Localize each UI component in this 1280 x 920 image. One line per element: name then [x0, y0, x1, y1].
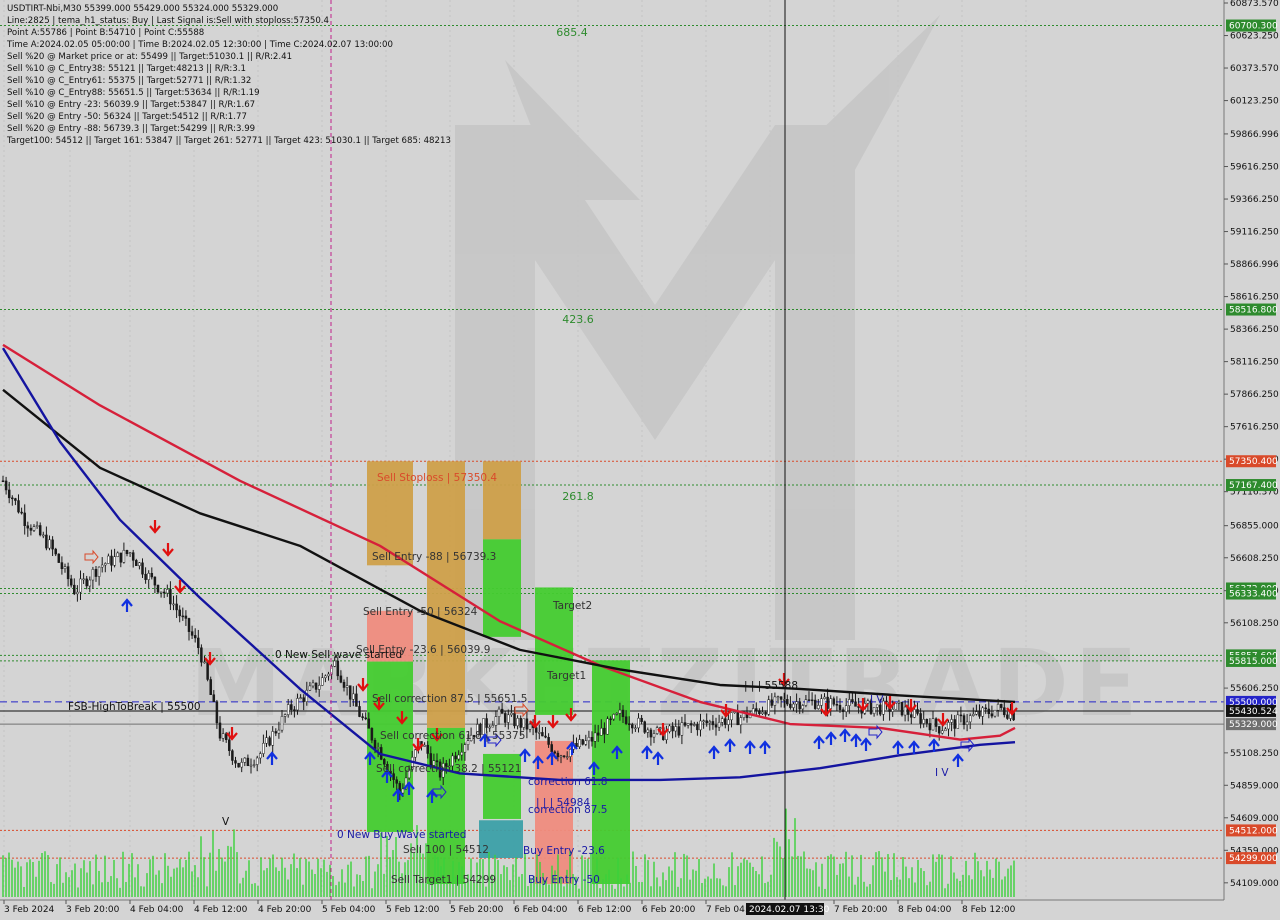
time-axis-background — [0, 900, 1280, 920]
y-tick-label: 57616.250 — [1230, 423, 1279, 433]
x-tick-label: 6 Feb 04:00 — [514, 905, 568, 915]
level-badge-label: 57350.400 — [1229, 457, 1278, 467]
chart-annotation: 0 New Sell wave started — [275, 649, 402, 661]
candle — [209, 676, 212, 695]
crosshair-time-label: 2024.02.07 13:30 — [749, 905, 830, 915]
trade-zone — [427, 610, 465, 728]
level-badge-label: 57167.400 — [1229, 481, 1278, 491]
y-tick-label: 59866.996 — [1230, 130, 1279, 140]
y-tick-label: 59366.250 — [1230, 195, 1279, 205]
chart-annotation: Target2 — [552, 600, 592, 612]
crosshair-time-badge: 2024.02.07 13:30 — [746, 903, 830, 915]
level-badge-label: 55329.000 — [1229, 720, 1278, 730]
level-badge-label: 55815.000 — [1229, 657, 1278, 667]
level-badge-label: 54512.000 — [1229, 826, 1278, 836]
level-badge: 58516.800 — [1226, 303, 1278, 316]
level-badge-label: 58516.800 — [1229, 306, 1278, 316]
x-tick-label: 8 Feb 04:00 — [898, 905, 952, 915]
y-tick-label: 59116.250 — [1230, 228, 1279, 238]
y-tick-label: 60123.250 — [1230, 97, 1279, 107]
y-tick-label: 60873.570 — [1230, 0, 1279, 9]
chart-annotation: Sell Entry -88 | 56739.3 — [372, 551, 496, 563]
chart-annotation: Sell 100 | 54512 — [403, 844, 489, 856]
level-badge: 57167.400 — [1226, 479, 1278, 492]
level-badge: 57350.400 — [1226, 455, 1278, 468]
x-tick-label: 7 Feb 20:00 — [834, 905, 888, 915]
candle — [237, 762, 240, 768]
chart-annotation: Sell correction 61.8 | 55375 — [380, 730, 525, 742]
y-tick-label: 55606.250 — [1230, 684, 1279, 694]
chart-annotation: Sell Stoploss | 57350.4 — [377, 472, 497, 484]
level-badge: 55815.000 — [1226, 654, 1278, 667]
chart-annotation: Buy Entry -23.6 — [523, 845, 605, 857]
level-badge-label: 56333.400 — [1229, 590, 1278, 600]
chart-annotation: V — [222, 816, 230, 828]
x-tick-label: 4 Feb 12:00 — [194, 905, 248, 915]
candle — [57, 553, 61, 563]
chart-annotation: Target1 — [546, 670, 586, 682]
x-tick-label: 5 Feb 20:00 — [450, 905, 504, 915]
x-tick-label: 3 Feb 20:00 — [66, 905, 120, 915]
y-tick-label: 54859.000 — [1230, 781, 1279, 791]
y-tick-label: 58866.996 — [1230, 260, 1279, 270]
candle — [606, 716, 609, 735]
y-tick-label: 59616.250 — [1230, 163, 1279, 173]
x-tick-label: 8 Feb 12:00 — [962, 905, 1016, 915]
fib-level-label: 423.6 — [562, 313, 594, 326]
x-tick-label: 6 Feb 20:00 — [642, 905, 696, 915]
chart-annotation: Sell Target1 | 54299 — [391, 874, 496, 886]
chart-annotation: I V — [870, 694, 884, 706]
trade-zone — [427, 727, 465, 884]
chart-annotation: Sell Entry -50 | 56324 — [363, 606, 478, 618]
svg-text:MARKETZITRADE: MARKETZITRADE — [190, 630, 1143, 737]
chart-annotation: 0 New Buy Wave started — [337, 829, 466, 841]
level-badge-label: 55430.524 — [1229, 707, 1278, 717]
y-tick-label: 60373.570 — [1230, 64, 1279, 74]
chart-annotation: Sell correction 38.2 | 55121 — [376, 763, 521, 775]
chart-annotation: I V — [935, 767, 949, 779]
x-tick-label: 4 Feb 04:00 — [130, 905, 184, 915]
level-badge-label: 54299.000 — [1229, 854, 1278, 864]
level-badge: 56333.400 — [1226, 587, 1278, 600]
candle — [643, 720, 646, 734]
chart-annotation: Sell correction 87.5 | 55651.5 — [372, 693, 527, 705]
candle — [900, 701, 904, 717]
y-tick-label: 56855.000 — [1230, 522, 1279, 532]
level-badge-label: 60700.300 — [1229, 22, 1278, 32]
x-tick-label: 3 Feb 2024 — [4, 905, 55, 915]
y-tick-label: 54109.000 — [1230, 879, 1279, 889]
x-tick-label: 5 Feb 12:00 — [386, 905, 440, 915]
level-badge: 55430.524 — [1226, 704, 1278, 717]
x-tick-label: 5 Feb 04:00 — [322, 905, 376, 915]
y-tick-label: 57866.250 — [1230, 390, 1279, 400]
level-badge: 55329.000 — [1226, 718, 1278, 731]
y-tick-label: 55108.250 — [1230, 749, 1279, 759]
chart-annotation: FSB-HighToBreak | 55500 — [68, 701, 201, 713]
y-tick-label: 58116.250 — [1230, 358, 1279, 368]
price-chart[interactable]: MARKETZITRADE 685.4 423.6 261.8 Sell Stoplo… — [0, 0, 1280, 920]
y-tick-label: 56108.250 — [1230, 619, 1279, 629]
chart-window[interactable]: MARKETZITRADE 685.4 423.6 261.8 Sell Stoplo… — [0, 0, 1280, 920]
level-badge: 54299.000 — [1226, 852, 1278, 865]
y-tick-label: 56608.250 — [1230, 554, 1279, 564]
y-tick-label: 58366.250 — [1230, 325, 1279, 335]
level-badge: 60700.300 — [1226, 19, 1278, 32]
chart-annotation: | | | 55588 — [744, 680, 798, 692]
level-badge: 54512.000 — [1226, 824, 1278, 837]
candle — [581, 738, 584, 746]
y-tick-label: 58616.250 — [1230, 293, 1279, 303]
chart-annotation: | | | 54984 — [536, 797, 590, 809]
x-tick-label: 6 Feb 12:00 — [578, 905, 632, 915]
x-tick-label: 4 Feb 20:00 — [258, 905, 312, 915]
chart-annotation: Buy Entry -50 — [528, 874, 600, 886]
y-tick-label: 60623.250 — [1230, 32, 1279, 42]
candle — [894, 702, 898, 710]
chart-annotation: correction 61.8 — [528, 776, 607, 788]
y-tick-label: 54609.000 — [1230, 814, 1279, 824]
fib-level-label: 685.4 — [556, 26, 588, 39]
fib-level-label: 261.8 — [562, 490, 594, 503]
